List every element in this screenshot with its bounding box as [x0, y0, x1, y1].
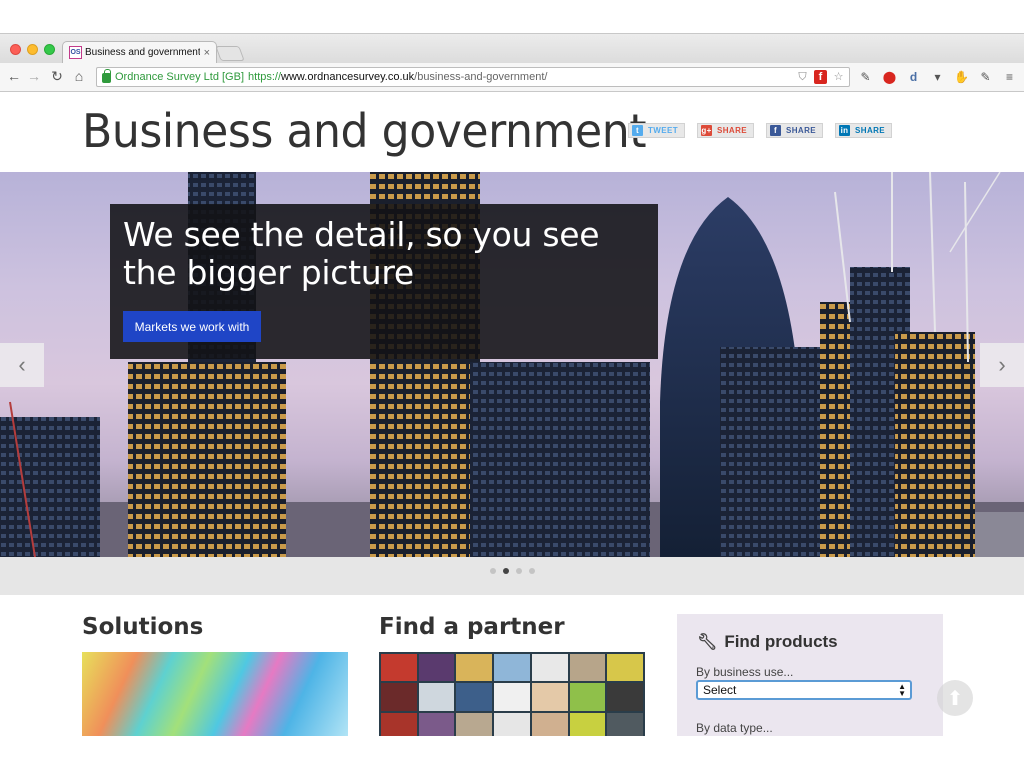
back-to-top-button[interactable]: ⬆ — [937, 680, 973, 716]
by-data-type-label: By data type... — [696, 721, 773, 735]
delicious-extension-icon[interactable]: d — [906, 69, 921, 85]
tools-icon[interactable]: ✎ — [978, 69, 993, 85]
find-products-title: Find products — [724, 632, 838, 651]
omnibox-icons: ⛉ f ☆ — [796, 70, 845, 84]
carousel-dot-4[interactable] — [529, 568, 535, 574]
solutions-heading[interactable]: Solutions — [82, 614, 203, 640]
home-icon[interactable]: ⌂ — [71, 68, 87, 84]
url-host: www.ordnancesurvey.co.uk — [281, 71, 415, 83]
page-title: Business and government — [82, 104, 647, 158]
carousel-dot-1[interactable] — [490, 568, 496, 574]
address-bar[interactable]: Ordnance Survey Ltd [GB] https:// www.or… — [96, 67, 850, 87]
business-use-select[interactable]: Select ▲ ▼ — [696, 680, 912, 700]
carousel-pager — [0, 557, 1024, 595]
extension-icons: ✎ ⬤ d ▾ ✋ ✎ ≡ — [858, 69, 1017, 85]
share-label: SHARE — [717, 126, 748, 135]
bookmark-star-icon[interactable]: ☆ — [832, 70, 845, 84]
social-share-bar: t TWEET g+ SHARE f SHARE in SHARE — [628, 123, 893, 138]
find-products-panel: 🔧︎ Find products By business use... Sele… — [677, 614, 943, 736]
share-label: SHARE — [786, 126, 817, 135]
new-tab-button[interactable] — [215, 46, 245, 61]
lock-icon — [102, 69, 111, 83]
select-updown-icon: ▲ ▼ — [898, 682, 906, 698]
back-arrow-icon[interactable]: ← — [6, 68, 22, 84]
url-scheme: https:// — [248, 71, 282, 83]
tab-close-icon[interactable]: × — [204, 47, 210, 59]
evernote-icon[interactable]: ✋ — [954, 69, 969, 85]
browser-window: OS Business and government × ← → ↻ ⌂ Ord… — [0, 33, 1024, 736]
tab-business-and-government[interactable]: OS Business and government × — [62, 41, 217, 63]
menu-icon[interactable]: ≡ — [1002, 69, 1017, 85]
tab-strip: OS Business and government × — [0, 34, 1024, 63]
wrench-extension-icon[interactable]: ✎ — [858, 69, 873, 85]
google-plus-share-button[interactable]: g+ SHARE — [697, 123, 755, 138]
chevron-left-icon: ‹ — [18, 352, 26, 377]
by-business-use-label: By business use... — [696, 665, 794, 679]
business-use-select-value: Select — [703, 683, 737, 697]
share-label: SHARE — [855, 126, 886, 135]
minimize-window-button[interactable] — [27, 44, 38, 55]
flash-blocked-icon[interactable]: f — [814, 70, 827, 84]
close-window-button[interactable] — [10, 44, 21, 55]
ordnance-survey-favicon-icon: OS — [69, 46, 82, 59]
carousel-next-button[interactable]: › — [980, 343, 1024, 387]
tab-title: Business and government — [85, 47, 200, 58]
forward-arrow-icon[interactable]: → — [26, 68, 42, 84]
twitter-tweet-button[interactable]: t TWEET — [628, 123, 685, 138]
find-a-partner-image[interactable] — [379, 652, 645, 736]
find-a-partner-heading[interactable]: Find a partner — [379, 614, 565, 640]
hero-headline: We see the detail, so you see the bigger… — [123, 215, 600, 292]
zoom-window-button[interactable] — [44, 44, 55, 55]
browser-toolbar: ← → ↻ ⌂ Ordnance Survey Ltd [GB] https:/… — [0, 63, 1024, 92]
wrench-icon: 🔧︎ — [697, 634, 718, 651]
linkedin-share-button[interactable]: in SHARE — [835, 123, 893, 138]
adblock-icon[interactable]: ⬤ — [882, 69, 897, 85]
page-content: Business and government t TWEET g+ SHARE… — [0, 92, 1024, 736]
carousel-prev-button[interactable]: ‹ — [0, 343, 44, 387]
solutions-image[interactable] — [82, 652, 348, 736]
linkedin-icon: in — [839, 125, 851, 136]
shield-icon[interactable]: ⛉ — [796, 70, 809, 84]
ev-certificate-org[interactable]: Ordnance Survey Ltd [GB] — [115, 71, 244, 83]
carousel-dot-2[interactable] — [503, 568, 509, 574]
arrow-up-icon: ⬆ — [946, 687, 964, 710]
find-products-heading: 🔧︎ Find products — [697, 632, 838, 652]
pocket-icon[interactable]: ▾ — [930, 69, 945, 85]
markets-we-work-with-button[interactable]: Markets we work with — [123, 311, 261, 342]
twitter-icon: t — [632, 125, 643, 136]
carousel-dot-3[interactable] — [516, 568, 522, 574]
reload-icon[interactable]: ↻ — [49, 68, 65, 85]
google-plus-icon: g+ — [701, 125, 712, 136]
url-path: /business-and-government/ — [414, 71, 548, 83]
hero-caption-box: We see the detail, so you see the bigger… — [110, 204, 658, 359]
facebook-icon: f — [770, 125, 782, 136]
share-label: TWEET — [648, 126, 678, 135]
hero-carousel: We see the detail, so you see the bigger… — [0, 172, 1024, 557]
chevron-right-icon: › — [998, 352, 1006, 377]
facebook-share-button[interactable]: f SHARE — [766, 123, 824, 138]
